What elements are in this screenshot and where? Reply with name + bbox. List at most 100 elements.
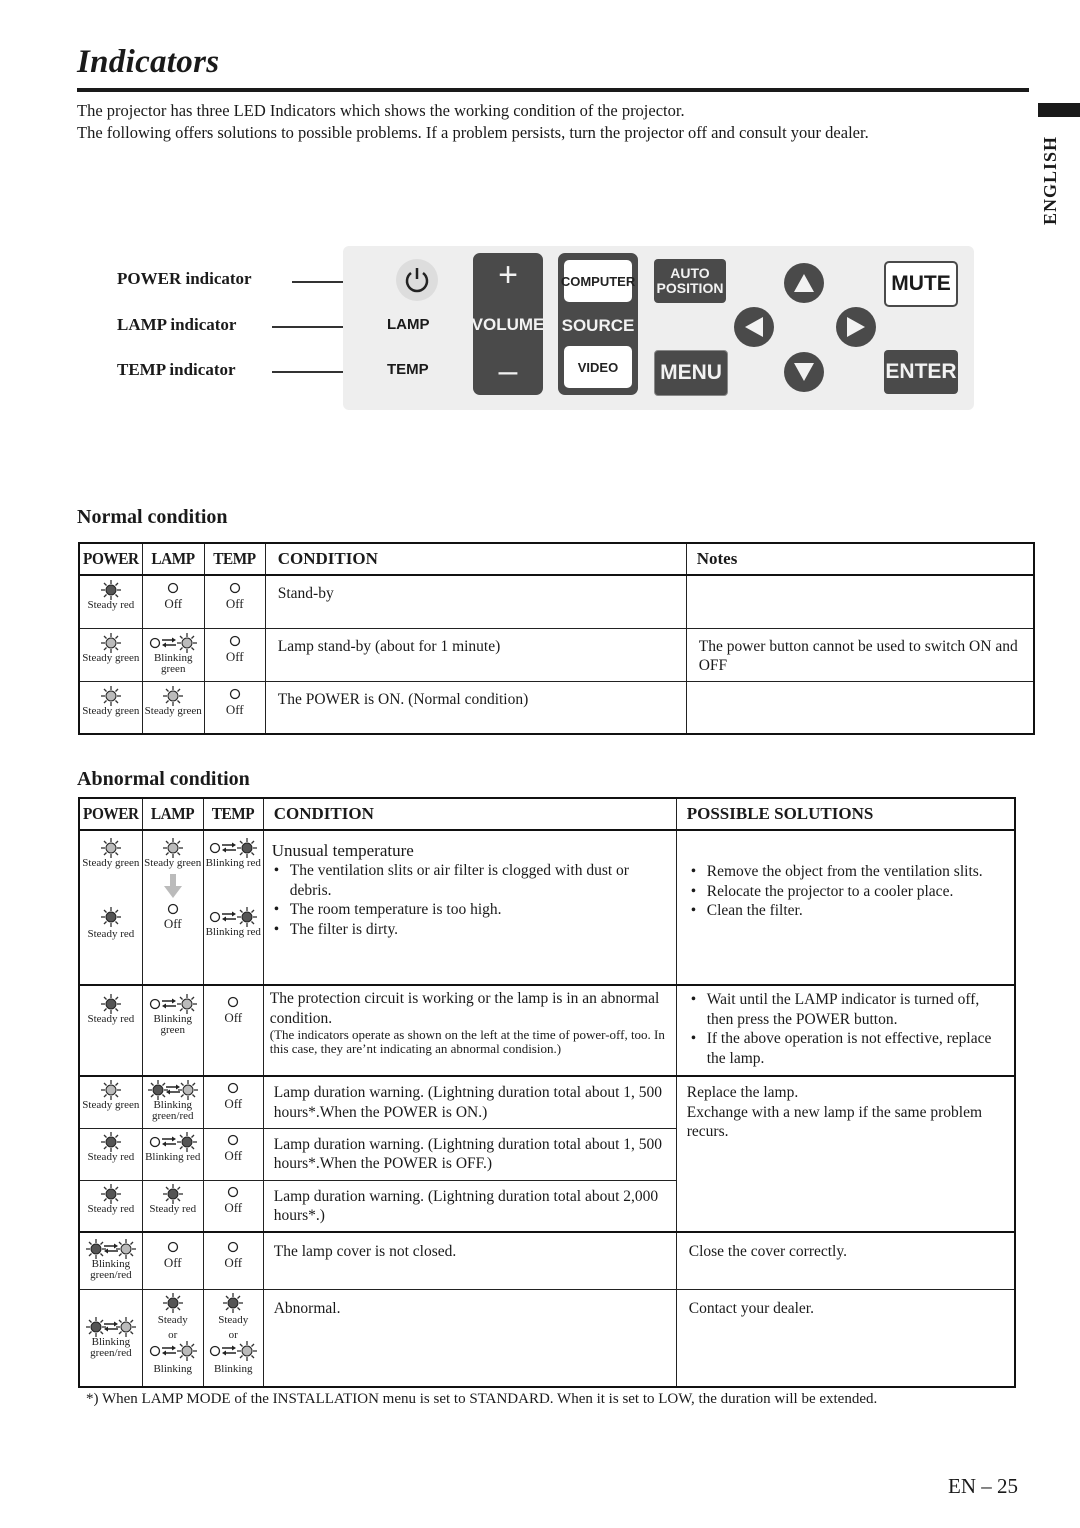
- led-state-label: Steady green: [82, 1099, 140, 1111]
- power-led-cell: Steady red: [78, 574, 143, 629]
- led-state-label: Off: [225, 701, 244, 717]
- led-steady-red-icon: [100, 994, 121, 1014]
- footnote: *) When LAMP MODE of the INSTALLATION me…: [86, 1391, 878, 1407]
- led-state-label: Off: [224, 1010, 243, 1025]
- temp-led-cell: Off: [202, 1179, 264, 1233]
- led-state-label: Steady green: [144, 857, 202, 869]
- lamp-led-cell: Off: [141, 574, 205, 629]
- volume-plus-button[interactable]: +: [473, 255, 543, 295]
- led-steady-green-icon: [162, 838, 183, 858]
- table-header-row: POWER LAMP TEMP CONDITION Notes: [79, 542, 1035, 576]
- header-power: POWER: [81, 542, 140, 576]
- led-steady-green-icon: [100, 685, 121, 706]
- menu-button[interactable]: MENU: [654, 350, 728, 396]
- up-button[interactable]: [784, 263, 824, 303]
- down-button[interactable]: [784, 352, 824, 392]
- led-state-label: Steady green: [82, 857, 140, 869]
- temp-led-cell: Off: [202, 1231, 264, 1290]
- lamp-led-cell: Blinking red: [141, 1127, 204, 1181]
- table-row: Steady red Off Off Stand-by: [78, 574, 1035, 629]
- temp-indicator-label: TEMP indicator: [117, 360, 236, 379]
- led-state-label: Steady red: [87, 928, 135, 940]
- condition-cell: The POWER is ON. (Normal condition): [264, 680, 687, 735]
- power-led-cell: Steady red: [78, 1127, 143, 1181]
- power-led-cell: Steady red: [78, 1179, 143, 1233]
- computer-button[interactable]: COMPUTER: [561, 260, 635, 302]
- arrow-right-icon: [847, 317, 865, 337]
- led-off-icon: [229, 635, 240, 646]
- right-button[interactable]: [836, 307, 876, 347]
- condition-cell: Lamp duration warning. (Lightning durati…: [262, 1179, 677, 1233]
- power-led-cell: Steady green: [78, 680, 143, 735]
- header-temp: TEMP: [205, 797, 261, 831]
- arrow-up-icon: [794, 274, 814, 292]
- condition-cell: Unusual temperature The ventilation slit…: [262, 829, 677, 986]
- bullet: The ventilation slits or air filter is c…: [274, 861, 666, 900]
- header-lamp: LAMP: [144, 797, 201, 831]
- intro-line-2: The following offers solutions to possib…: [77, 123, 869, 142]
- led-state-label: Blinking red: [205, 857, 261, 869]
- lamp-led-cell: Blinking green: [141, 984, 204, 1077]
- led-steady-red-icon: [223, 1292, 244, 1313]
- lamp-indicator-label: LAMP indicator: [117, 315, 237, 334]
- condition-cell: Lamp duration warning. (Lightning durati…: [262, 1075, 677, 1129]
- led-state-label: Blinking red: [205, 926, 261, 938]
- led-steady-green-icon: [100, 1080, 121, 1100]
- bullet: Wait until the LAMP indicator is turned …: [691, 990, 1006, 1029]
- led-steady-red-icon: [100, 580, 121, 600]
- or-label: or: [168, 1328, 178, 1341]
- page-title: Indicators: [77, 44, 220, 80]
- abnormal-condition-table: POWER LAMP TEMP CONDITION POSSIBLE SOLUT…: [78, 797, 1016, 1388]
- led-blinking-green-icon: [150, 632, 198, 653]
- condition-cell: Lamp duration warning. (Lightning durati…: [262, 1127, 677, 1181]
- led-off-icon: [228, 1134, 239, 1145]
- power-button[interactable]: [396, 259, 438, 301]
- led-state-label: Steady: [218, 1313, 249, 1326]
- condition-cell: Abnormal.: [262, 1288, 677, 1388]
- led-blinking-red-icon: [149, 1131, 197, 1152]
- intro-line-1: The projector has three LED Indicators w…: [77, 101, 685, 120]
- lamp-led-cell: Off: [141, 1231, 204, 1290]
- led-blinking-red-icon: [210, 907, 258, 927]
- lamp-led-label: LAMP: [387, 316, 430, 333]
- temp-led-cell: Steady or Blinking: [202, 1288, 264, 1388]
- header-condition: CONDITION: [264, 542, 687, 576]
- source-label: SOURCE: [561, 316, 635, 335]
- led-blinking-green-red-icon: [85, 1239, 136, 1259]
- video-button[interactable]: VIDEO: [564, 346, 632, 388]
- solution-line: Replace the lamp.: [686, 1084, 799, 1101]
- notes-cell: [685, 574, 1035, 629]
- intro-text: The projector has three LED Indicators w…: [77, 100, 1032, 144]
- bullet: The room temperature is too high.: [274, 900, 666, 920]
- volume-minus-button[interactable]: –: [473, 351, 543, 391]
- volume-rocker: + VOLUME –: [472, 253, 544, 395]
- left-button[interactable]: [734, 307, 774, 347]
- table-row: Steady red Blinking green Off The protec…: [78, 984, 1016, 1077]
- lamp-led-cell: Blinking green: [141, 627, 205, 682]
- enter-button[interactable]: ENTER: [884, 350, 958, 394]
- led-state-label: Off: [224, 1199, 243, 1215]
- led-steady-red-icon: [100, 1131, 121, 1152]
- led-blinking-green-icon: [210, 1340, 258, 1361]
- led-steady-red-icon: [100, 1183, 121, 1204]
- led-steady-red-icon: [162, 1292, 183, 1313]
- bullet: Clean the filter.: [691, 901, 1004, 921]
- mute-button[interactable]: MUTE: [884, 261, 958, 307]
- led-off-icon: [229, 582, 240, 594]
- normal-condition-heading: Normal condition: [77, 506, 228, 528]
- led-state-label: Off: [163, 916, 182, 931]
- led-state-label: Steady red: [87, 1202, 135, 1215]
- solution-bullets: Remove the object from the ventilation s…: [689, 862, 1004, 921]
- language-tab-marker: [1038, 103, 1080, 117]
- control-panel: LAMP TEMP + VOLUME – COMPUTER SOURCE VID…: [343, 246, 974, 410]
- condition-cell: The lamp cover is not closed.: [262, 1231, 677, 1290]
- led-off-icon: [228, 1241, 239, 1253]
- header-power: POWER: [81, 797, 140, 831]
- led-off-icon: [168, 582, 179, 594]
- auto-position-label-1: AUTO: [670, 265, 710, 281]
- condition-note: (The indicators operate as shown on the …: [269, 1027, 665, 1056]
- solution-cell: Replace the lamp. Exchange with a new la…: [675, 1075, 1016, 1233]
- condition-cell: Stand-by: [264, 574, 687, 629]
- auto-position-button[interactable]: AUTO POSITION: [654, 259, 726, 303]
- power-led-cell: Steady red: [78, 984, 143, 1077]
